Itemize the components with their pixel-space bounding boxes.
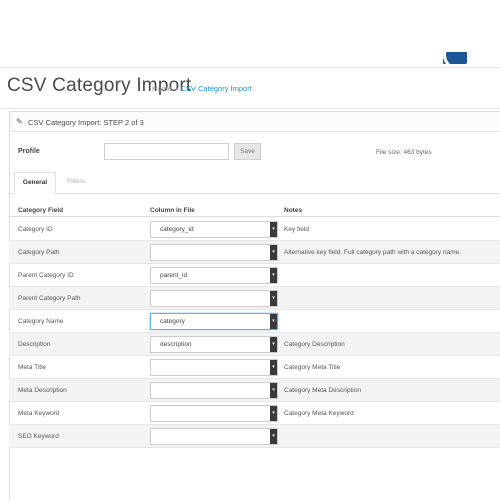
- table-header: [9, 205, 500, 217]
- profile-label: Profile: [18, 148, 40, 155]
- category-field-label: Parent Category ID: [18, 272, 74, 279]
- category-field-label: SEO Keyword: [18, 433, 59, 440]
- column-select[interactable]: category_id ▾: [150, 221, 278, 238]
- dropdown-arrow-icon[interactable]: ▾: [270, 245, 277, 260]
- column-select-value: parent_id: [160, 272, 188, 279]
- column-select[interactable]: category ▾: [150, 313, 278, 330]
- dropdown-arrow-icon[interactable]: ▾: [270, 222, 277, 237]
- header-column-in-file: Column in File: [150, 207, 195, 214]
- table-row: Parent Category ID parent_id ▾: [9, 264, 500, 287]
- top-header: [0, 0, 500, 68]
- breadcrumb-home[interactable]: Home: [152, 84, 172, 93]
- table-row: Category ID category_id ▾ Key field: [9, 218, 500, 241]
- field-note: Category Meta Keyword: [284, 410, 354, 417]
- field-note: Category Meta Description: [284, 387, 361, 394]
- breadcrumb: Home › CSV Category Import: [152, 84, 252, 93]
- pencil-icon: ✎: [16, 117, 23, 126]
- column-select[interactable]: ▾: [150, 244, 278, 261]
- column-select[interactable]: ▾: [150, 405, 278, 422]
- column-select[interactable]: ▾: [150, 359, 278, 376]
- breadcrumb-separator: ›: [175, 84, 178, 93]
- category-field-label: Category Name: [18, 318, 64, 325]
- column-select-value: category_id: [160, 226, 194, 233]
- column-select-value: category: [160, 318, 185, 325]
- table-row: Category Name category ▾: [9, 310, 500, 333]
- dropdown-arrow-icon[interactable]: ▾: [270, 383, 277, 398]
- table-row: Meta Title ▾ Category Meta Title: [9, 356, 500, 379]
- dropdown-arrow-icon[interactable]: ▾: [270, 337, 277, 352]
- dropdown-arrow-icon[interactable]: ▾: [270, 406, 277, 421]
- panel-title: CSV Category Import: STEP 2 of 3: [28, 118, 144, 127]
- column-select[interactable]: description ▾: [150, 336, 278, 353]
- save-button[interactable]: Save: [234, 143, 261, 160]
- field-note: Key field: [284, 226, 309, 233]
- field-note: Category Meta Title: [284, 364, 341, 371]
- tab-general[interactable]: General: [14, 172, 56, 194]
- column-select[interactable]: ▾: [150, 428, 278, 445]
- table-row: Category Path ▾ Alternative key field. Ful…: [9, 241, 500, 264]
- category-field-label: Description: [18, 341, 51, 348]
- column-select-value: description: [160, 341, 192, 348]
- table-row: Description description ▾ Category Descript…: [9, 333, 500, 356]
- panel-heading: ✎ CSV Category Import: STEP 2 of 3: [10, 112, 500, 132]
- logo-icon: [443, 52, 467, 64]
- header-notes: Notes: [284, 207, 303, 214]
- field-note: Category Description: [284, 341, 345, 348]
- tab-filters[interactable]: Filters: [60, 172, 92, 193]
- dropdown-arrow-icon[interactable]: ▾: [270, 268, 277, 283]
- category-field-label: Meta Title: [18, 364, 47, 371]
- column-select[interactable]: ▾: [150, 382, 278, 399]
- column-select[interactable]: parent_id ▾: [150, 267, 278, 284]
- tabs-divider: [9, 193, 500, 194]
- dropdown-arrow-icon[interactable]: ▾: [270, 429, 277, 444]
- dropdown-arrow-icon[interactable]: ▾: [270, 314, 277, 329]
- category-field-label: Parent Category Path: [18, 295, 81, 302]
- table-row: Parent Category Path ▾: [9, 287, 500, 310]
- field-note: Alternative key field. Full category pat…: [284, 249, 462, 256]
- column-select[interactable]: ▾: [150, 290, 278, 307]
- table-row: Meta Description ▾ Category Meta Descripti…: [9, 379, 500, 402]
- dropdown-arrow-icon[interactable]: ▾: [270, 291, 277, 306]
- table-row: Meta Keyword ▾ Category Meta Keyword: [9, 402, 500, 425]
- table-row: SEO Keyword ▾: [9, 425, 500, 448]
- category-field-label: Category ID: [18, 226, 53, 233]
- breadcrumb-current[interactable]: CSV Category Import: [181, 84, 252, 93]
- profile-input[interactable]: [104, 143, 229, 160]
- dropdown-arrow-icon[interactable]: ▾: [270, 360, 277, 375]
- category-field-label: Meta Keyword: [18, 410, 60, 417]
- file-size: File size: 463 bytes: [376, 149, 432, 156]
- category-field-label: Meta Description: [18, 387, 67, 394]
- category-field-label: Category Path: [18, 249, 60, 256]
- header-category-field: Category Field: [18, 207, 64, 214]
